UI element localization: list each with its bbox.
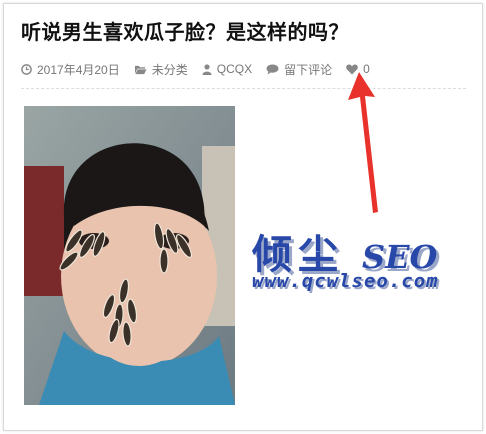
- meta-date-text: 2017年4月20日: [37, 62, 120, 77]
- clock-icon: [21, 63, 32, 75]
- meta-author-text[interactable]: QCQX: [217, 62, 252, 76]
- post-title[interactable]: 听说男生喜欢瓜子脸？是这样的吗？: [21, 16, 349, 45]
- meta-comments-text[interactable]: 留下评论: [284, 61, 332, 78]
- comment-icon: [266, 63, 279, 75]
- meta-author[interactable]: QCQX: [202, 62, 252, 76]
- post-image[interactable]: [24, 106, 235, 405]
- watermark-url: www.qcwlseo.com: [252, 270, 439, 292]
- meta-date[interactable]: 2017年4月20日: [21, 61, 120, 78]
- arrow-icon: [348, 72, 378, 213]
- folder-icon: [134, 65, 147, 74]
- watermark: 倾尘 SEO www.qcwlseo.com: [250, 222, 476, 302]
- user-icon: [202, 63, 212, 75]
- meta-divider: [21, 88, 466, 89]
- post-meta: 2017年4月20日 未分类 QCQX 留下评论 0: [21, 60, 384, 78]
- meta-category[interactable]: 未分类: [134, 61, 188, 78]
- child-photo-illustration: [24, 106, 235, 405]
- meta-comments[interactable]: 留下评论: [266, 61, 332, 78]
- meta-category-text[interactable]: 未分类: [152, 61, 188, 78]
